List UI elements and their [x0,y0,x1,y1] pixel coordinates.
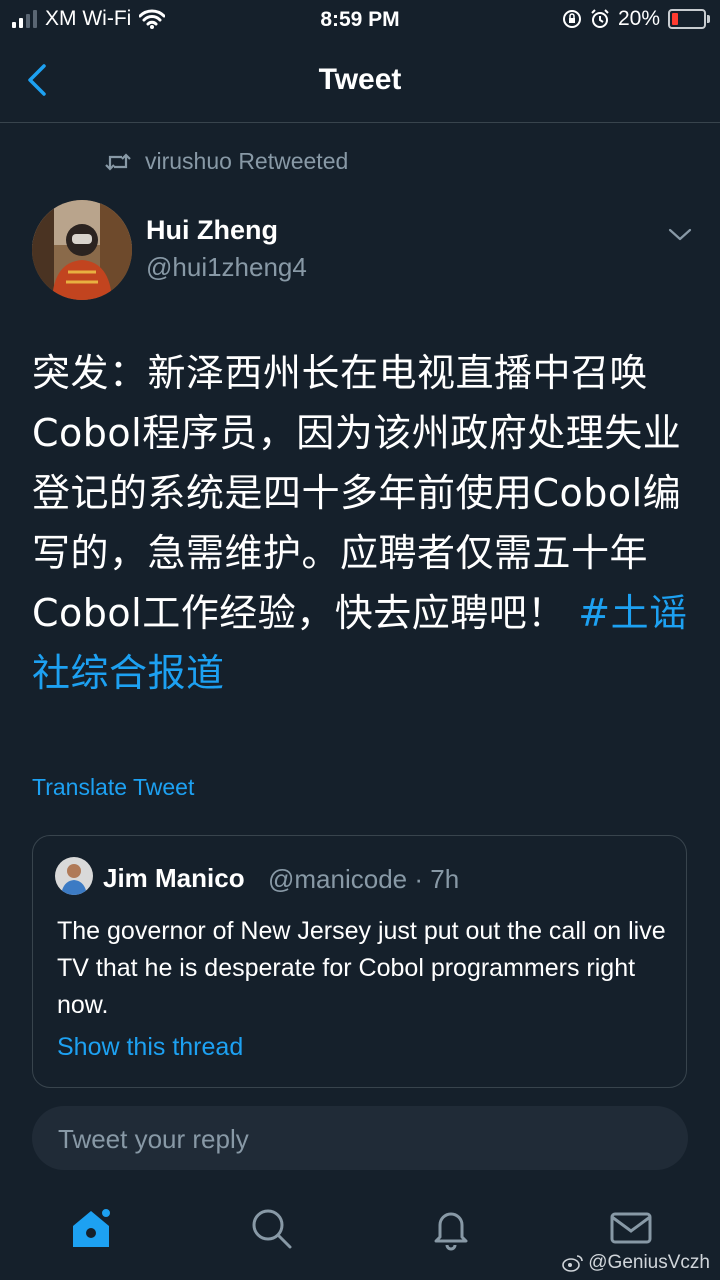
retweet-context[interactable]: virushuo Retweeted [105,148,348,175]
translate-tweet-link[interactable]: Translate Tweet [32,774,194,801]
header: Tweet [0,40,720,123]
quote-avatar-image [55,857,93,895]
weibo-logo-icon [562,1255,584,1272]
home-icon[interactable] [68,1205,114,1251]
battery-icon [668,9,710,29]
reply-input[interactable] [56,1120,660,1158]
quote-author-name[interactable]: Jim Manico [103,863,245,894]
status-right: 20% [562,7,710,31]
author-name[interactable]: Hui Zheng [146,215,278,246]
search-icon[interactable] [248,1205,294,1251]
quote-text: The governor of New Jersey just put out … [57,917,666,1019]
author-avatar[interactable] [32,200,132,300]
page-title: Tweet [318,63,402,96]
tweet-text: 突发：新泽西州长在电视直播中召唤Cobol程序员，因为该州政府处理失业登记的系统… [32,343,692,703]
watermark: @GeniusVczh [562,1252,710,1274]
alarm-icon [591,9,609,28]
retweet-icon [105,152,131,171]
watermark-text: @GeniusVczh [588,1252,710,1273]
bell-icon[interactable] [428,1205,474,1251]
quote-author-handle: @manicode · 7h [268,864,460,894]
avatar-image [32,200,132,300]
status-bar: XM Wi-Fi 8:59 PM 20% [0,0,720,40]
show-thread-link[interactable]: Show this thread [57,1033,243,1062]
rotation-lock-icon [562,10,581,28]
retweet-label: virushuo Retweeted [145,148,349,174]
quote-avatar[interactable] [55,857,93,895]
reply-box[interactable] [32,1106,688,1170]
author-handle[interactable]: @hui1zheng4 [146,252,307,283]
quoted-tweet[interactable]: Jim Manico @manicode · 7h The governor o… [32,835,687,1088]
battery-percent: 20% [617,7,660,30]
chevron-down-icon[interactable] [666,224,694,244]
mail-icon[interactable] [608,1205,654,1251]
